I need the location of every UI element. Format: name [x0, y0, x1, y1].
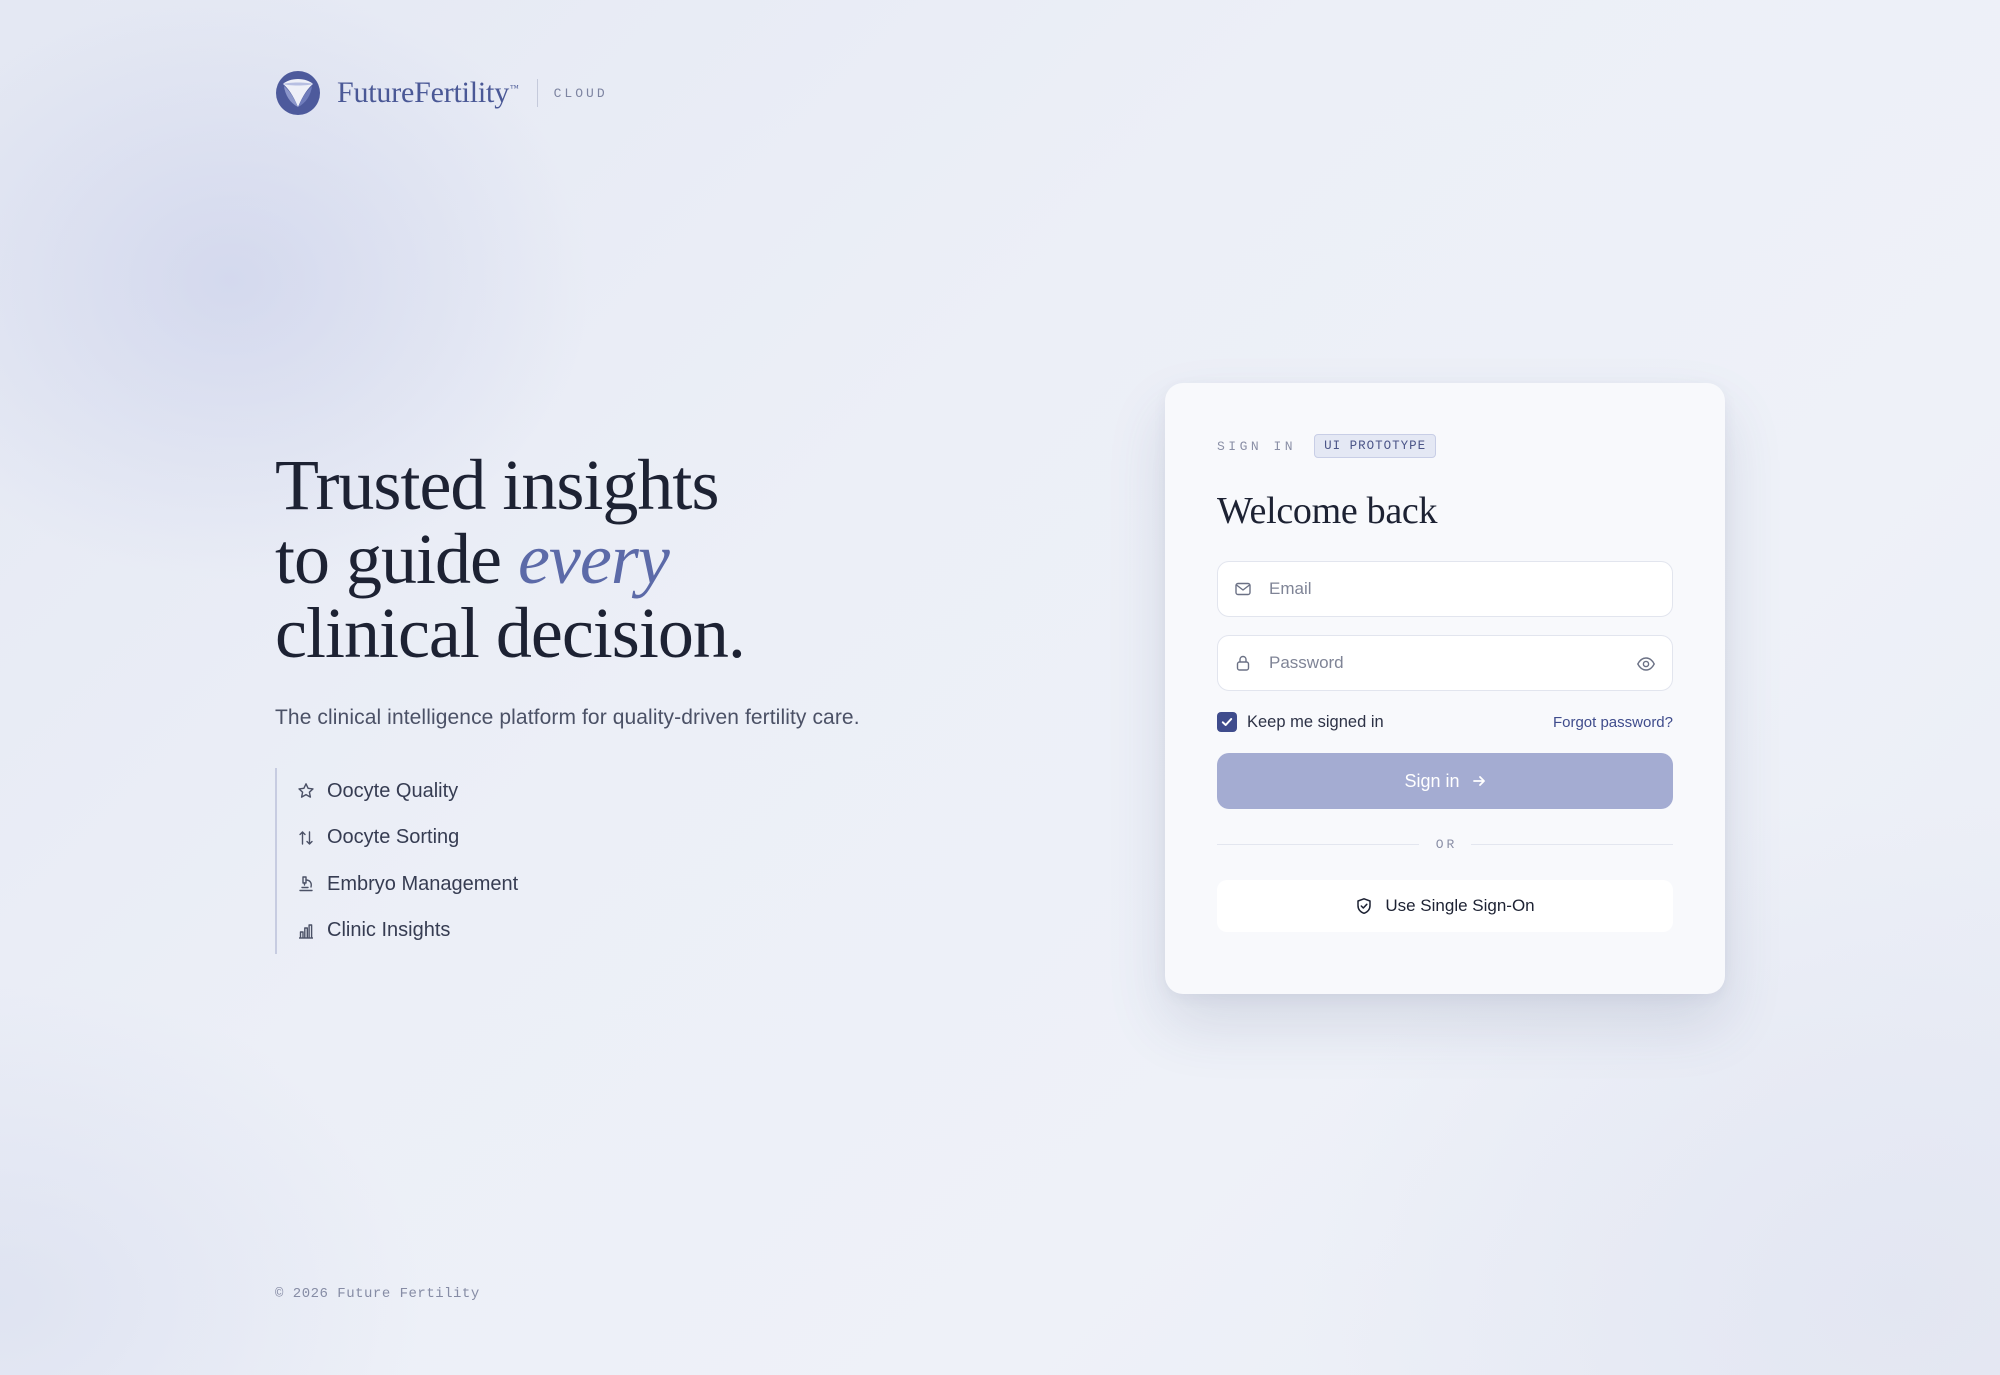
hero-subtitle: The clinical intelligence platform for q… [275, 706, 860, 729]
bar-chart-icon [299, 924, 313, 939]
forgot-password-link[interactable]: Forgot password? [1553, 714, 1673, 731]
microscope-icon [299, 876, 313, 892]
brand-subtitle: CLOUD [553, 85, 608, 101]
password-field[interactable] [1217, 635, 1673, 691]
keep-signed-in-checkbox[interactable]: Keep me signed in [1217, 712, 1384, 732]
brand-divider [536, 79, 538, 107]
card-header: SIGN IN UI PROTOTYPE [1217, 433, 1673, 459]
feature-label: Oocyte Quality [327, 779, 459, 802]
hero-title-line-2: to guide every [275, 522, 975, 596]
feature-label: Embryo Management [327, 872, 519, 895]
checkmark-icon [1221, 718, 1233, 726]
sso-button-label: Use Single Sign-On [1385, 896, 1535, 915]
brand-name: FutureFertility™ [337, 76, 519, 109]
hero-title-line-2-prefix: to guide [275, 519, 518, 599]
star-icon [298, 783, 314, 799]
triangular-ribbon-logo-icon [276, 71, 320, 115]
password-input[interactable] [1269, 648, 1609, 678]
hero-title-line-3: clinical decision. [275, 593, 746, 673]
feature-item-embryo-management: Embryo Management [297, 861, 975, 908]
shield-check-icon [1357, 898, 1372, 915]
email-input[interactable] [1269, 574, 1609, 604]
lock-icon [1236, 655, 1250, 671]
sort-arrows-icon [299, 831, 313, 845]
footer-copyright: © 2026 Future Fertility [275, 1286, 480, 1302]
card-title: Welcome back [1217, 490, 1438, 532]
hero-title-accent: every [517, 519, 670, 599]
feature-label: Oocyte Sorting [327, 826, 460, 849]
hero-title: Trusted insights to guide every clinical… [275, 448, 975, 670]
sign-in-button-label: Sign in [1404, 770, 1460, 791]
keep-signed-in-label: Keep me signed in [1247, 712, 1384, 731]
divider-line-left [1217, 844, 1419, 845]
feature-item-clinic-insights: Clinic Insights [297, 908, 975, 955]
email-field[interactable] [1217, 561, 1673, 617]
mail-icon [1235, 582, 1251, 596]
divider-text: OR [1435, 837, 1458, 852]
sign-in-eyebrow: SIGN IN [1217, 438, 1297, 454]
hero-section: Trusted insights to guide every clinical… [275, 448, 975, 954]
feature-item-oocyte-quality: Oocyte Quality [297, 768, 975, 815]
remember-row: Keep me signed in Forgot password? [1217, 711, 1673, 733]
arrow-right-icon [1472, 776, 1485, 786]
feature-list: Oocyte Quality Oocyte Sorting Embryo Man… [275, 768, 975, 954]
feature-label: Clinic Insights [327, 919, 451, 942]
hero-title-line-1: Trusted insights [275, 445, 719, 525]
sign-in-card: SIGN IN UI PROTOTYPE Welcome back Kee [1165, 383, 1725, 994]
prototype-badge: UI PROTOTYPE [1314, 434, 1437, 458]
feature-item-oocyte-sorting: Oocyte Sorting [297, 815, 975, 862]
sign-in-button[interactable]: Sign in [1217, 753, 1673, 809]
single-sign-on-button[interactable]: Use Single Sign-On [1217, 880, 1673, 932]
brand-trademark: ™ [510, 83, 519, 93]
eye-icon[interactable] [1636, 654, 1656, 674]
or-divider: OR [1217, 837, 1674, 852]
divider-line-right [1471, 844, 1674, 845]
checkbox-checked[interactable] [1217, 712, 1237, 732]
brand-header: FutureFertility™ CLOUD [275, 70, 608, 116]
